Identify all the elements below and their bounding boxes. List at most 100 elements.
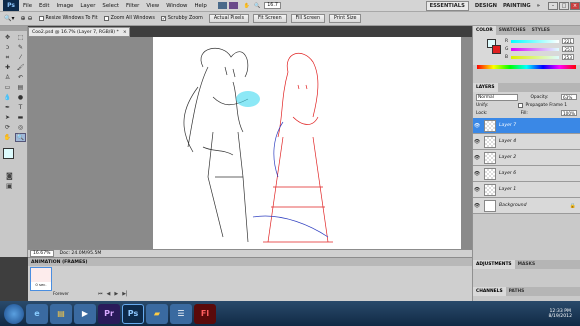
green-slider[interactable] <box>511 47 560 51</box>
tab-masks[interactable]: MASKS <box>515 262 539 267</box>
tab-paths[interactable]: PATHS <box>506 289 528 294</box>
eyedropper-tool-icon[interactable]: ⁄ <box>15 53 26 62</box>
resize-windows-checkbox[interactable] <box>38 16 44 21</box>
history-brush-tool-icon[interactable]: ↶ <box>15 73 26 82</box>
crop-tool-icon[interactable]: ⌗ <box>2 53 13 62</box>
hand-tool-icon[interactable]: ✋ <box>244 3 250 9</box>
brush-tool-icon[interactable]: 🖌 <box>15 63 26 72</box>
first-frame-icon[interactable]: ⏮ <box>98 291 103 297</box>
visibility-eye-icon[interactable]: 👁 <box>473 171 481 177</box>
zoom-all-option[interactable]: Zoom All Windows <box>103 16 155 21</box>
shape-tool-icon[interactable]: ▬ <box>15 113 26 122</box>
zoom-tool-icon[interactable]: 🔍 <box>254 3 260 9</box>
scrubby-zoom-checkbox[interactable]: ✓ <box>160 16 166 22</box>
menu-help[interactable]: Help <box>194 3 206 9</box>
red-value[interactable]: 221 <box>562 38 575 44</box>
marquee-tool-icon[interactable]: ⬚ <box>15 33 26 42</box>
layer-row-6[interactable]: 👁 Layer 6 <box>473 166 580 182</box>
layer-row-background[interactable]: 👁 Background 🔒 <box>473 198 580 214</box>
resize-windows-option[interactable]: Resize Windows To Fit <box>38 16 98 21</box>
scrubby-zoom-option[interactable]: ✓ Scrubby Zoom <box>160 16 203 22</box>
workspace-more[interactable]: » <box>537 3 540 9</box>
fill-screen-button[interactable]: Fill Screen <box>290 14 326 23</box>
zoom-level-field[interactable]: 16.7 <box>264 2 281 9</box>
next-frame-icon[interactable]: ▶▏ <box>122 291 130 297</box>
dodge-tool-icon[interactable]: ● <box>15 93 26 102</box>
layer-row-2[interactable]: 👁 Layer 2 <box>473 150 580 166</box>
blend-mode-select[interactable]: Normal <box>476 93 518 101</box>
zoom-all-checkbox[interactable] <box>103 16 109 21</box>
animation-panel-title[interactable]: ANIMATION (FRAMES) <box>28 258 472 266</box>
foreground-color[interactable] <box>3 148 14 159</box>
menu-window[interactable]: Window <box>166 3 187 9</box>
tab-layers[interactable]: LAYERS <box>473 83 498 92</box>
type-tool-icon[interactable]: T <box>15 103 26 112</box>
path-select-tool-icon[interactable]: ➤ <box>2 113 13 122</box>
mini-bridge-icon[interactable] <box>228 2 238 9</box>
visibility-eye-icon[interactable]: 👁 <box>473 155 481 161</box>
menu-filter[interactable]: Filter <box>126 3 139 9</box>
quick-select-tool-icon[interactable]: ✎ <box>15 43 26 52</box>
tab-color[interactable]: COLOR <box>473 26 496 35</box>
gradient-tool-icon[interactable]: ▤ <box>15 83 26 92</box>
fill-field[interactable]: 100% <box>560 110 577 116</box>
quick-mask-icon[interactable]: ◙ <box>6 172 27 180</box>
bridge-icon[interactable] <box>217 2 227 9</box>
workspace-design[interactable]: DESIGN <box>475 3 497 9</box>
layer-row-4[interactable]: 👁 Layer 4 <box>473 134 580 150</box>
maximize-icon[interactable]: □ <box>559 1 569 10</box>
move-tool-icon[interactable]: ✥ <box>2 33 13 42</box>
menu-select[interactable]: Select <box>102 3 119 9</box>
layer-row-1[interactable]: 👁 Layer 1 <box>473 182 580 198</box>
menu-file[interactable]: File <box>23 3 32 9</box>
explorer-icon[interactable]: ▤ <box>50 303 72 324</box>
menu-layer[interactable]: Layer <box>80 3 95 9</box>
tab-adjustments[interactable]: ADJUSTMENTS <box>473 260 515 269</box>
play-icon[interactable]: ▶ <box>114 291 118 297</box>
3d-rotate-tool-icon[interactable]: ⟳ <box>2 123 13 132</box>
zoom-out-icon[interactable]: ⊖ <box>28 15 33 22</box>
ie-icon[interactable]: e <box>26 303 48 324</box>
tab-swatches[interactable]: SWATCHES <box>496 28 529 33</box>
clock[interactable]: 12:33 PM 8/19/2012 <box>548 309 572 319</box>
red-slider[interactable] <box>511 39 560 43</box>
close-icon[interactable]: × <box>570 1 580 10</box>
minimize-icon[interactable]: – <box>548 1 558 10</box>
menu-edit[interactable]: Edit <box>39 3 49 9</box>
green-value[interactable]: 251 <box>562 46 575 52</box>
media-player-icon[interactable]: ▶ <box>74 303 96 324</box>
color-panel-background[interactable] <box>492 45 501 54</box>
propagate-checkbox[interactable] <box>518 102 524 108</box>
start-button[interactable] <box>4 303 24 324</box>
workspace-painting[interactable]: PAINTING <box>503 3 531 9</box>
tab-channels[interactable]: CHANNELS <box>473 287 506 296</box>
menu-view[interactable]: View <box>146 3 159 9</box>
folder-icon[interactable]: ▰ <box>146 303 168 324</box>
premiere-icon[interactable]: Pr <box>98 303 120 324</box>
workspace-essentials[interactable]: ESSENTIALS <box>425 0 469 11</box>
blur-tool-icon[interactable]: 💧 <box>2 93 13 102</box>
clone-stamp-tool-icon[interactable]: ♙ <box>2 73 13 82</box>
loop-select[interactable]: Forever <box>53 291 69 296</box>
pen-tool-icon[interactable]: ✒ <box>2 103 13 112</box>
frame-time[interactable]: 0 sec. <box>31 282 51 287</box>
fit-screen-button[interactable]: Fit Screen <box>252 14 287 23</box>
zoom-percent-field[interactable]: 16.67% <box>30 250 54 257</box>
visibility-eye-icon[interactable]: 👁 <box>473 139 481 145</box>
healing-tool-icon[interactable]: ✚ <box>2 63 13 72</box>
visibility-eye-icon[interactable]: 👁 <box>473 123 481 129</box>
doc-size-info[interactable]: Doc: 24.0M/95.5M <box>60 251 102 256</box>
tab-styles[interactable]: STYLES <box>529 28 553 33</box>
photoshop-icon[interactable]: Ps <box>122 303 144 324</box>
actual-pixels-button[interactable]: Actual Pixels <box>208 14 249 23</box>
eraser-tool-icon[interactable]: ▭ <box>2 83 13 92</box>
document-tab[interactable]: Coo2.psd @ 16.7% (Layer 7, RGB/8) * × <box>28 27 130 37</box>
blue-slider[interactable] <box>511 55 560 59</box>
drawing-canvas[interactable] <box>153 37 461 249</box>
lasso-tool-icon[interactable]: ↄ <box>2 43 13 52</box>
opacity-field[interactable]: 63% <box>560 94 577 100</box>
3d-orbit-tool-icon[interactable]: ◎ <box>15 123 26 132</box>
blue-value[interactable]: 253 <box>562 54 575 60</box>
app-icon[interactable]: ☰ <box>170 303 192 324</box>
document-close-icon[interactable]: × <box>123 30 127 35</box>
